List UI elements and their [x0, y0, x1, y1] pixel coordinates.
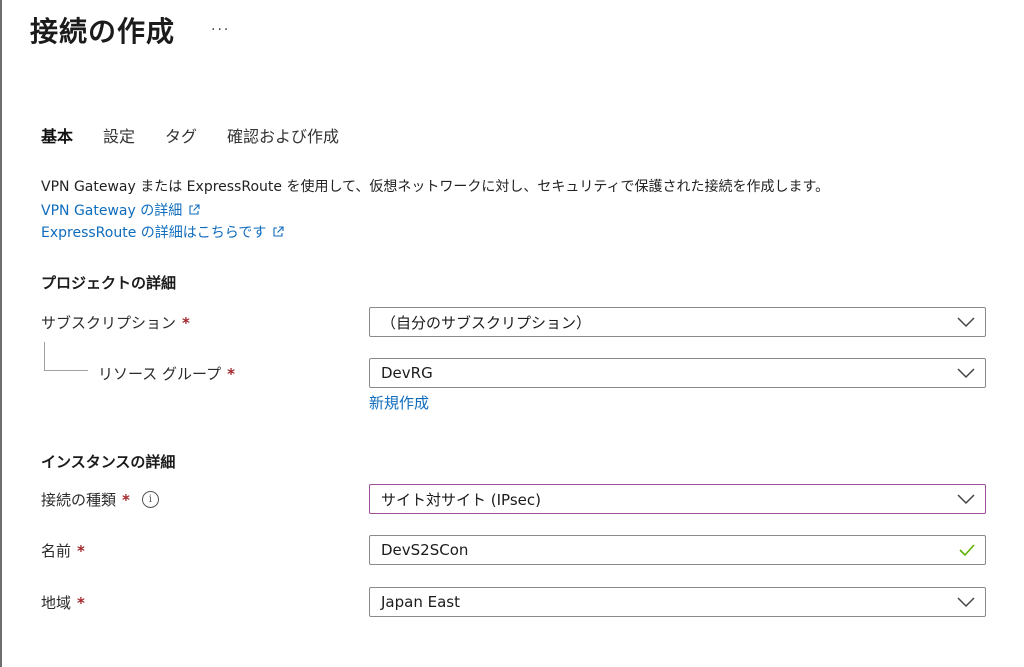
- resource-group-value: DevRG: [381, 364, 433, 382]
- name-label-text: 名前: [41, 542, 72, 560]
- page-title: 接続の作成: [30, 15, 176, 48]
- page-header: 接続の作成 ···: [30, 10, 230, 50]
- tab-review-create[interactable]: 確認および作成: [227, 123, 339, 153]
- expressroute-link-label: ExpressRoute の詳細はこちらです: [41, 225, 267, 241]
- region-value: Japan East: [381, 593, 460, 611]
- checkmark-icon: [959, 544, 975, 557]
- required-marker: *: [182, 313, 190, 332]
- connection-type-value: サイト対サイト (IPsec): [381, 490, 541, 509]
- region-label-text: 地域: [41, 594, 72, 612]
- required-marker: *: [77, 541, 85, 560]
- expressroute-details-link[interactable]: ExpressRoute の詳細はこちらです: [41, 222, 284, 242]
- required-marker: *: [122, 490, 130, 509]
- required-marker: *: [227, 364, 235, 383]
- required-marker: *: [77, 593, 85, 612]
- name-input[interactable]: DevS2SCon: [369, 535, 986, 565]
- create-new-resource-group-link[interactable]: 新規作成: [369, 392, 429, 413]
- connection-type-label: 接続の種類 * i: [41, 489, 159, 510]
- project-details-heading: プロジェクトの詳細: [41, 274, 177, 292]
- window-left-border: [0, 0, 2, 667]
- info-icon[interactable]: i: [141, 491, 159, 508]
- connection-type-dropdown[interactable]: サイト対サイト (IPsec): [369, 484, 986, 514]
- vpn-gateway-details-link[interactable]: VPN Gateway の詳細: [41, 200, 200, 220]
- resource-group-label-text: リソース グループ: [98, 365, 222, 383]
- chevron-down-icon: [957, 494, 975, 505]
- subscription-dropdown[interactable]: （自分のサブスクリプション）: [369, 307, 986, 337]
- chevron-down-icon: [957, 317, 975, 328]
- more-options-button[interactable]: ···: [211, 22, 230, 38]
- vpn-gateway-link-label: VPN Gateway の詳細: [41, 203, 183, 219]
- subscription-label: サブスクリプション *: [41, 312, 190, 333]
- external-link-icon: [189, 204, 200, 215]
- intro-description: VPN Gateway または ExpressRoute を使用して、仮想ネット…: [41, 179, 830, 195]
- region-dropdown[interactable]: Japan East: [369, 587, 986, 617]
- region-label: 地域 *: [41, 592, 85, 613]
- tab-basics[interactable]: 基本: [41, 123, 73, 153]
- chevron-down-icon: [957, 597, 975, 608]
- tree-connector-horizontal: [44, 370, 88, 371]
- subscription-label-text: サブスクリプション: [41, 314, 177, 332]
- chevron-down-icon: [957, 368, 975, 379]
- tab-tags[interactable]: タグ: [165, 123, 197, 153]
- resource-group-dropdown[interactable]: DevRG: [369, 358, 986, 388]
- tab-settings[interactable]: 設定: [103, 123, 135, 153]
- tab-bar: 基本 設定 タグ 確認および作成: [41, 123, 369, 153]
- name-value: DevS2SCon: [381, 541, 469, 559]
- connection-type-label-text: 接続の種類: [41, 491, 117, 509]
- resource-group-label: リソース グループ *: [98, 363, 235, 384]
- name-label: 名前 *: [41, 540, 85, 561]
- instance-details-heading: インスタンスの詳細: [41, 453, 176, 471]
- tree-connector-vertical: [44, 342, 45, 370]
- subscription-value: （自分のサブスクリプション）: [381, 313, 592, 332]
- external-link-icon: [273, 226, 284, 237]
